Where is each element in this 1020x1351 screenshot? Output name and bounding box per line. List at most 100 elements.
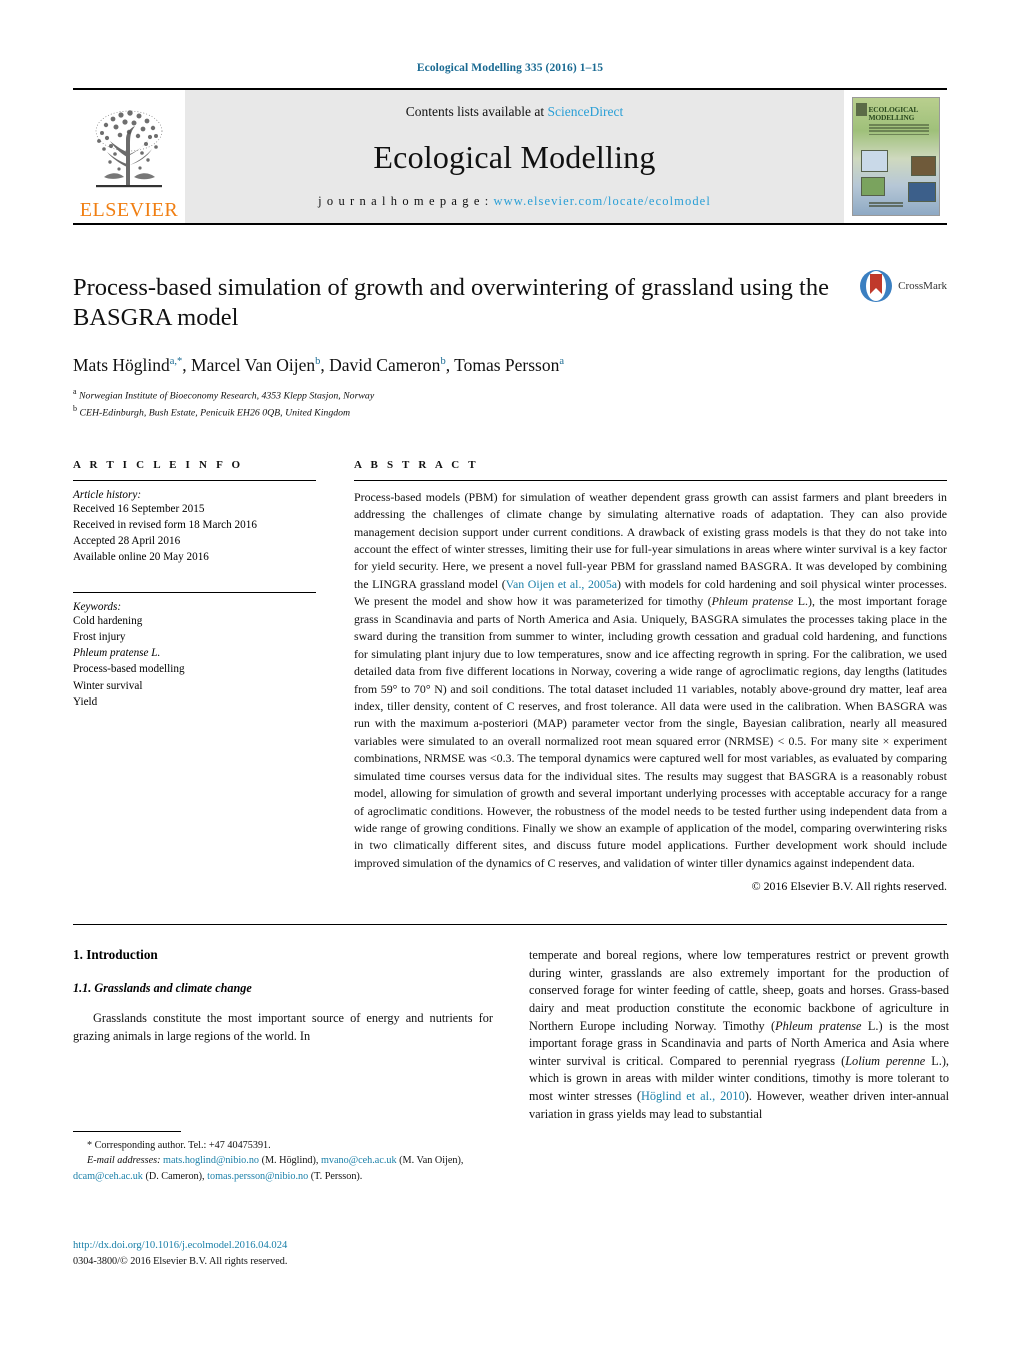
- footnote-divider: [73, 1131, 181, 1132]
- footnotes-block: * Corresponding author. Tel.: +47 404753…: [73, 1131, 493, 1184]
- email-owner: (M. Höglind),: [259, 1155, 321, 1167]
- abstract-column: A B S T R A C T Process-based models (PB…: [354, 459, 947, 895]
- cover-footer-lines: [868, 202, 903, 208]
- journal-homepage-line: j o u r n a l h o m e p a g e : www.else…: [318, 194, 711, 209]
- affiliation-item: b CEH-Edinburgh, Bush Estate, Penicuik E…: [73, 403, 947, 420]
- affiliation-mark: a: [73, 386, 77, 396]
- elsevier-tree-icon: [95, 110, 163, 188]
- body-column-right: temperate and boreal regions, where low …: [529, 947, 949, 1134]
- running-head: Ecological Modelling 335 (2016) 1–15: [416, 62, 604, 74]
- species-name: Lolium perenne: [845, 1053, 926, 1068]
- corresponding-author-note: * Corresponding author. Tel.: +47 404753…: [73, 1138, 493, 1153]
- abstract-citation-link[interactable]: Van Oijen et al., 2005a: [506, 577, 617, 591]
- crossmark-icon: [860, 270, 893, 302]
- author-item: Mats Höglinda,*: [73, 355, 182, 375]
- email-link[interactable]: mvano@ceh.ac.uk: [321, 1155, 397, 1166]
- journal-cover-image: ECOLOGICAL MODELLING: [851, 97, 940, 216]
- divider: [73, 591, 316, 593]
- article-history-item: Received 16 September 2015: [73, 502, 205, 515]
- email-owner: (T. Persson).: [308, 1170, 363, 1182]
- keyword-item: Winter survival: [73, 679, 143, 692]
- author-name: Tomas Persson: [454, 354, 560, 375]
- email-link[interactable]: mats.hoglind@nibio.no: [163, 1155, 259, 1166]
- abstract-species-name: Phleum pratense: [711, 594, 794, 609]
- doi-link[interactable]: http://dx.doi.org/10.1016/j.ecolmodel.20…: [73, 1238, 503, 1254]
- body-citation-link[interactable]: Höglind et al., 2010: [641, 1089, 745, 1103]
- article-history-item: Received in revised form 18 March 2016: [73, 518, 257, 531]
- author-name: Mats Höglind: [73, 354, 170, 375]
- abstract-copyright: © 2016 Elsevier B.V. All rights reserved…: [751, 879, 947, 894]
- author-item: David Cameronb: [329, 355, 446, 375]
- cover-title-text: ECOLOGICAL MODELLING: [868, 105, 918, 122]
- keywords-block: Keywords: Cold hardening Frost injury Ph…: [73, 591, 316, 710]
- keyword-item: Frost injury: [73, 630, 126, 643]
- title-block: CrossMark Process-based simulation of gr…: [73, 270, 947, 421]
- email-addresses-note: E-mail addresses: mats.hoglind@nibio.no …: [73, 1153, 493, 1184]
- author-list: Mats Höglinda,*, Marcel Van Oijenb, Davi…: [73, 354, 565, 375]
- email-link[interactable]: tomas.persson@nibio.no: [207, 1171, 308, 1182]
- keyword-item: Process-based modelling: [73, 663, 185, 676]
- author-marks: a,*: [169, 355, 183, 367]
- crossmark-badge[interactable]: CrossMark: [859, 269, 947, 303]
- abstract-part: Process-based models (PBM) for simulatio…: [354, 489, 947, 591]
- abstract-text: Process-based models (PBM) for simulatio…: [354, 489, 947, 873]
- info-abstract-region: A R T I C L E I N F O Article history: R…: [73, 459, 947, 895]
- affiliation-text: CEH-Edinburgh, Bush Estate, Penicuik EH2…: [79, 407, 351, 419]
- abstract-heading: A B S T R A C T: [354, 458, 479, 471]
- cover-photo-3: [860, 177, 885, 196]
- author-item: Marcel Van Oijenb: [191, 355, 320, 375]
- cover-elsevier-mark: [855, 103, 867, 116]
- section-heading-introduction: 1. Introduction: [73, 947, 158, 963]
- body-columns: 1. Introduction 1.1. Grasslands and clim…: [73, 947, 949, 1134]
- elsevier-wordmark: ELSEVIER: [79, 199, 179, 221]
- journal-cover-thumbnail: ECOLOGICAL MODELLING: [844, 90, 947, 223]
- email-owner: (D. Cameron),: [142, 1170, 208, 1182]
- article-info-heading: A R T I C L E I N F O: [73, 458, 244, 471]
- species-name: Phleum pratense: [775, 1018, 862, 1033]
- article-page: Ecological Modelling 335 (2016) 1–15 ELS…: [0, 0, 1020, 1351]
- email-label: E-mail addresses:: [87, 1155, 161, 1167]
- sciencedirect-link[interactable]: ScienceDirect: [548, 104, 624, 119]
- elsevier-logo: ELSEVIER: [73, 90, 185, 223]
- masthead-center: Contents lists available at ScienceDirec…: [185, 90, 844, 223]
- affiliation-list: a Norwegian Institute of Bioeconomy Rese…: [73, 386, 947, 421]
- author-item: Tomas Perssona: [454, 355, 564, 375]
- author-name: David Cameron: [329, 354, 441, 375]
- page-title: Process-based simulation of growth and o…: [73, 274, 829, 331]
- email-link[interactable]: dcam@ceh.ac.uk: [73, 1171, 143, 1182]
- issn-copyright: 0304-3800/© 2016 Elsevier B.V. All right…: [73, 1255, 288, 1267]
- cover-photo-4: [907, 182, 936, 202]
- article-info-column: A R T I C L E I N F O Article history: R…: [73, 459, 316, 895]
- affiliation-mark: b: [73, 404, 77, 414]
- article-history-item: Accepted 28 April 2016: [73, 535, 181, 548]
- cover-photo-1: [860, 150, 888, 172]
- journal-title: Ecological Modelling: [373, 138, 656, 175]
- author-marks: b: [315, 355, 321, 367]
- author-marks: b: [440, 355, 446, 367]
- keywords-label: Keywords:: [73, 600, 122, 613]
- body-paragraph: temperate and boreal regions, where low …: [529, 947, 949, 1123]
- author-marks: a: [559, 355, 565, 367]
- subsection-heading-grasslands-climate-change: 1.1. Grasslands and climate change: [73, 981, 252, 996]
- cover-subtitle-lines: [868, 124, 929, 137]
- keyword-item: Yield: [73, 695, 98, 708]
- abstract-part: L.), the most important forage grass in …: [354, 594, 947, 870]
- crossmark-label: CrossMark: [898, 280, 947, 292]
- body-column-left: 1. Introduction 1.1. Grasslands and clim…: [73, 947, 493, 1134]
- article-history-label: Article history:: [73, 488, 142, 501]
- body-paragraph: Grasslands constitute the most important…: [73, 1011, 493, 1043]
- section-divider: [73, 924, 947, 926]
- journal-masthead: ELSEVIER Contents lists available at Sci…: [73, 88, 947, 225]
- contents-prefix: Contents lists available at: [405, 104, 548, 119]
- doi-block: http://dx.doi.org/10.1016/j.ecolmodel.20…: [73, 1238, 503, 1269]
- divider: [73, 479, 316, 481]
- article-history-item: Available online 20 May 2016: [73, 551, 209, 564]
- corresponding-author-text: * Corresponding author. Tel.: +47 404753…: [87, 1140, 271, 1151]
- homepage-prefix: j o u r n a l h o m e p a g e :: [318, 194, 494, 208]
- email-owner: (M. Van Oijen),: [396, 1155, 464, 1167]
- cover-photo-2: [910, 156, 936, 176]
- keyword-item: Cold hardening: [73, 614, 143, 627]
- affiliation-text: Norwegian Institute of Bioeconomy Resear…: [79, 390, 375, 402]
- journal-homepage-link[interactable]: www.elsevier.com/locate/ecolmodel: [494, 194, 711, 208]
- keyword-item: Phleum pratense L.: [73, 647, 161, 660]
